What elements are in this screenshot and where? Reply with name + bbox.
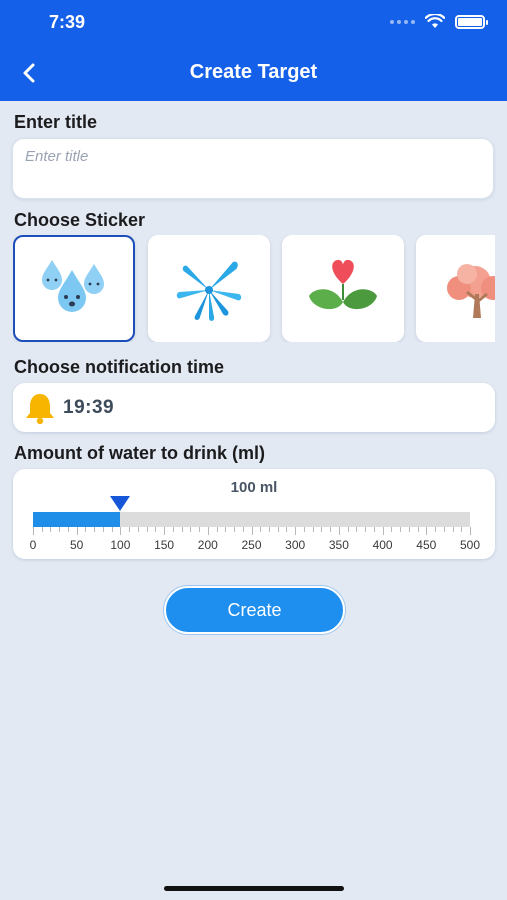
slider-tick xyxy=(85,527,87,532)
slider-tick xyxy=(216,527,218,532)
slider-tick-label: 0 xyxy=(29,538,37,552)
slider-tick-label: 150 xyxy=(154,538,175,552)
slider-tick xyxy=(67,527,69,532)
slider-tick xyxy=(146,527,148,532)
heart-plant-icon xyxy=(309,259,377,309)
battery-icon xyxy=(455,14,488,29)
signal-icon xyxy=(390,19,415,24)
slider-tick xyxy=(155,527,157,532)
sticker-tree[interactable] xyxy=(416,235,495,342)
slider-tick xyxy=(470,527,471,535)
slider-tick xyxy=(461,527,463,532)
sticker-water-drops[interactable] xyxy=(13,235,135,342)
slider-tick xyxy=(408,527,410,532)
slider-tick xyxy=(347,527,349,532)
bell-icon xyxy=(26,393,54,424)
slider-tick-label: 300 xyxy=(285,538,306,552)
wifi-icon xyxy=(425,14,445,28)
status-icons xyxy=(390,14,488,29)
slider-tick xyxy=(225,527,227,532)
slider-tick xyxy=(251,527,253,535)
slider-tick xyxy=(33,527,34,535)
slider-tick-label: 250 xyxy=(241,538,262,552)
slider-tick xyxy=(207,527,209,535)
slider-tick xyxy=(172,527,174,532)
slider-tick-label: 500 xyxy=(459,538,481,552)
slider-tick xyxy=(426,527,428,535)
water-drops-icon xyxy=(42,259,104,312)
sticker-list[interactable] xyxy=(13,235,495,342)
slider-track[interactable] xyxy=(33,512,470,527)
slider-tick xyxy=(234,527,236,532)
slider-tick xyxy=(295,527,297,535)
slider-tick xyxy=(190,527,192,532)
slider-tick xyxy=(76,527,78,535)
slider-tick xyxy=(443,527,445,532)
app-header: 7:39 Create Target xyxy=(0,0,507,101)
water-amount-slider[interactable]: 100 ml 0 50 100 150 200 250 300 350 400 450 500 xyxy=(13,469,495,559)
water-splash-icon xyxy=(176,261,242,321)
water-amount-label: Amount of water to drink (ml) xyxy=(14,443,265,463)
page-title: Create Target xyxy=(189,61,318,83)
slider-tick xyxy=(129,527,131,532)
slider-tick xyxy=(59,527,61,532)
home-indicator xyxy=(164,886,344,891)
slider-tick xyxy=(120,527,122,535)
slider-tick-label: 100 xyxy=(110,538,131,552)
water-amount-value: 100 ml xyxy=(230,479,278,496)
slider-tick xyxy=(94,527,96,532)
slider-thumb[interactable] xyxy=(110,496,131,511)
slider-tick-label: 350 xyxy=(328,538,349,552)
slider-tick xyxy=(137,527,139,532)
slider-tick xyxy=(242,527,244,532)
slider-tick xyxy=(365,527,367,532)
slider-tick xyxy=(417,527,419,532)
slider-fill xyxy=(33,512,121,527)
tree-icon xyxy=(447,263,495,318)
notification-label: Choose notification time xyxy=(14,357,225,377)
sticker-water-splash[interactable] xyxy=(148,235,270,342)
slider-tick-label: 450 xyxy=(416,538,437,552)
slider-tick xyxy=(164,527,166,535)
slider-tick xyxy=(391,527,393,532)
slider-tick xyxy=(382,527,384,535)
slider-tick xyxy=(312,527,314,532)
notification-time-value: 19:39 xyxy=(63,396,115,418)
slider-tick xyxy=(50,527,52,532)
create-button[interactable]: Create xyxy=(164,586,345,634)
slider-tick xyxy=(111,527,113,532)
slider-tick xyxy=(435,527,437,532)
slider-tick xyxy=(199,527,201,532)
slider-tick xyxy=(41,527,43,532)
slider-tick xyxy=(268,527,270,532)
slider-tick xyxy=(277,527,279,532)
slider-tick xyxy=(373,527,375,532)
slider-tick xyxy=(356,527,358,532)
slider-tick xyxy=(330,527,332,532)
slider-tick xyxy=(321,527,323,532)
slider-tick xyxy=(338,527,340,535)
slider-tick-label: 50 xyxy=(70,538,84,552)
status-time: 7:39 xyxy=(49,12,86,32)
slider-tick xyxy=(303,527,305,532)
slider-tick xyxy=(102,527,104,532)
title-input[interactable] xyxy=(12,138,494,199)
title-label: Enter title xyxy=(14,112,98,132)
slider-tick xyxy=(260,527,262,532)
slider-tick xyxy=(400,527,402,532)
sticker-label: Choose Sticker xyxy=(14,210,146,230)
slider-tick-label: 200 xyxy=(197,538,218,552)
sticker-heart-plant[interactable] xyxy=(282,235,404,342)
slider-tick xyxy=(452,527,454,532)
notification-time-picker[interactable]: 19:39 xyxy=(13,383,495,432)
slider-tick-label: 400 xyxy=(372,538,393,552)
slider-tick xyxy=(181,527,183,532)
slider-tick xyxy=(286,527,288,532)
